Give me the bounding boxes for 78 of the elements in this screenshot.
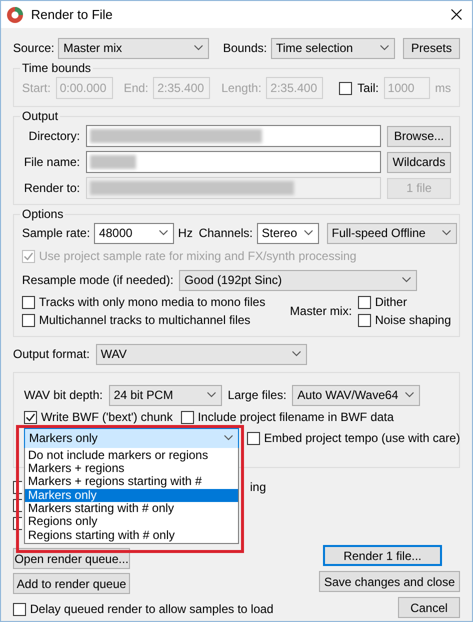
dropdown-option[interactable]: Markers only bbox=[25, 488, 238, 502]
chevron-down-icon bbox=[194, 45, 204, 51]
group-title: Options bbox=[21, 207, 64, 221]
dropdown-option[interactable]: Markers + regions bbox=[25, 462, 238, 476]
checkbox[interactable] bbox=[180, 410, 194, 424]
unit-label: Hz bbox=[178, 226, 193, 240]
checkbox-label: Include project filename in BWF data bbox=[198, 410, 394, 424]
unit-label: ms bbox=[435, 81, 451, 95]
dropdown-option[interactable]: Markers + regions starting with # bbox=[25, 475, 238, 489]
large-files-label: Large files: bbox=[228, 388, 286, 402]
time-label: End: bbox=[124, 81, 148, 95]
dropdown[interactable]: 48000 bbox=[94, 222, 174, 244]
time-label: Length: bbox=[221, 81, 262, 95]
bit-depth-label: WAV bit depth: bbox=[24, 388, 103, 402]
checkbox-label: Dither bbox=[374, 295, 407, 309]
dropdown[interactable]: Good (192pt Sinc) bbox=[179, 270, 418, 290]
checkbox-label: Write BWF ('bext') chunk bbox=[41, 410, 173, 424]
checkbox-label: Embed project tempo (use with care) bbox=[264, 431, 460, 445]
dropdown-option[interactable]: Markers starting with # only bbox=[25, 502, 238, 516]
dropdown-option[interactable]: Do not include markers or regions bbox=[25, 448, 238, 462]
chevron-down-icon bbox=[206, 392, 216, 398]
chevron-down-icon bbox=[159, 230, 168, 236]
chevron-down-icon bbox=[292, 351, 301, 357]
path-field[interactable] bbox=[86, 151, 381, 173]
time-label: Start: bbox=[22, 81, 51, 95]
save-button[interactable]: Save changes and close bbox=[319, 571, 460, 592]
field-label: File name: bbox=[22, 155, 80, 169]
add-queue-button[interactable]: Add to render queue bbox=[13, 573, 130, 594]
cancel-button[interactable]: Cancel bbox=[398, 597, 460, 618]
field-label: Render to: bbox=[22, 181, 80, 195]
checkbox[interactable] bbox=[22, 296, 35, 308]
checkbox[interactable] bbox=[358, 296, 371, 308]
dropdown[interactable]: Markers only bbox=[24, 428, 239, 448]
dropdown-option[interactable]: Regions starting with # only bbox=[25, 528, 238, 542]
sample-rate-label: Sample rate: bbox=[22, 226, 90, 240]
window-title: Render to File bbox=[31, 7, 114, 22]
group-title: Time bounds bbox=[21, 61, 92, 75]
chevron-down-icon bbox=[405, 392, 414, 398]
resample-label: Resample mode (if needed): bbox=[22, 273, 174, 287]
checkbox[interactable] bbox=[13, 602, 26, 616]
dropdown[interactable]: 24 bit PCM bbox=[108, 384, 222, 406]
chevron-down-icon bbox=[402, 277, 412, 283]
channels-label: Channels: bbox=[198, 226, 253, 240]
render-button[interactable]: Render 1 file... bbox=[323, 545, 442, 566]
field-label: Directory: bbox=[28, 129, 80, 143]
chevron-down-icon bbox=[442, 230, 451, 236]
checkbox-label: Delay queued render to allow samples to load bbox=[30, 602, 274, 616]
checkbox-label: Use project sample rate for mixing and FX/synth processing bbox=[39, 249, 356, 263]
field-button[interactable]: Browse... bbox=[387, 126, 451, 146]
checkbox-label: Multichannel tracks to multichannel files bbox=[39, 313, 250, 327]
dropdown-option[interactable]: Regions only bbox=[25, 515, 238, 529]
field-button[interactable]: Wildcards bbox=[387, 152, 451, 172]
checkbox[interactable] bbox=[24, 410, 37, 424]
checkbox[interactable] bbox=[247, 432, 260, 444]
bounds-label: Bounds: bbox=[222, 41, 267, 55]
presets-button[interactable]: Presets bbox=[403, 38, 460, 58]
close-icon[interactable] bbox=[451, 9, 462, 20]
dropdown[interactable]: Auto WAV/Wave64 bbox=[292, 384, 420, 406]
checkbox-label: Tracks with only mono media to mono files bbox=[39, 295, 266, 309]
master-mix-label: Master mix: bbox=[290, 304, 352, 318]
group-title: Output bbox=[21, 109, 60, 123]
dropdown[interactable]: Master mix bbox=[58, 38, 210, 58]
checkbox-label: ing bbox=[250, 480, 266, 494]
dropdown[interactable]: Time selection bbox=[271, 38, 395, 58]
output-format-label: Output format: bbox=[13, 347, 90, 361]
path-field[interactable] bbox=[86, 125, 381, 147]
chevron-down-icon bbox=[224, 435, 233, 441]
checkbox[interactable] bbox=[358, 314, 371, 326]
app-logo-icon bbox=[6, 6, 24, 24]
tail-label: Tail: bbox=[357, 81, 379, 95]
checkbox-label: Noise shaping bbox=[374, 313, 451, 327]
dropdown[interactable]: WAV bbox=[96, 344, 307, 364]
dropdown[interactable]: Full-speed Offline bbox=[326, 222, 457, 244]
chevron-down-icon bbox=[304, 230, 313, 236]
chevron-down-icon bbox=[380, 45, 389, 51]
checkbox[interactable] bbox=[22, 314, 35, 326]
source-label: Source: bbox=[13, 41, 54, 55]
dropdown[interactable]: Stereo bbox=[256, 222, 319, 244]
